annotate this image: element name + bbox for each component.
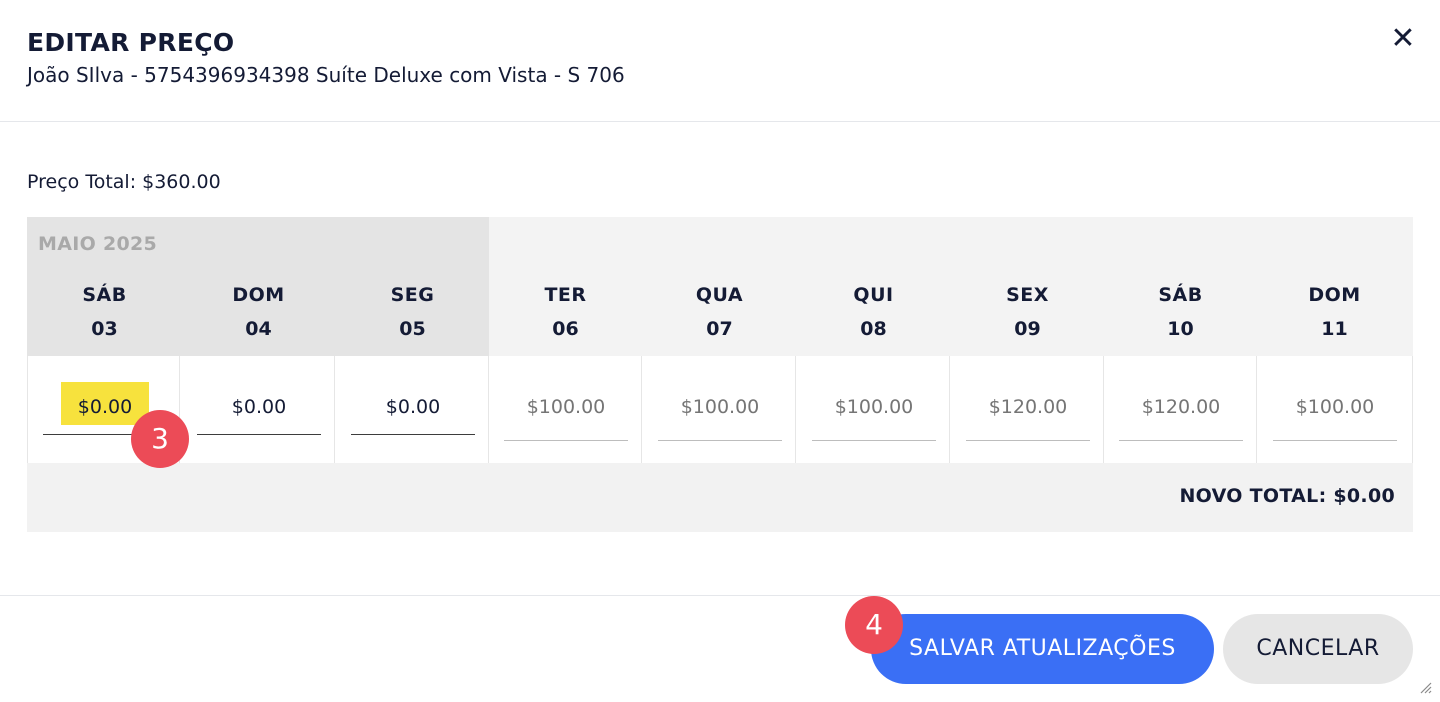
day-name: SÁB bbox=[1158, 284, 1203, 306]
day-name: QUA bbox=[695, 284, 744, 306]
day-header: SÁB 10 bbox=[1104, 283, 1257, 341]
step-badge-4: 4 bbox=[845, 596, 903, 654]
price-cell bbox=[182, 356, 335, 463]
day-date: 07 bbox=[706, 318, 733, 340]
day-name: QUI bbox=[853, 284, 894, 306]
price-input[interactable] bbox=[1119, 380, 1243, 441]
day-header: TER 06 bbox=[489, 283, 642, 341]
calendar-month: MAIO 2025 bbox=[38, 233, 158, 255]
price-input[interactable] bbox=[658, 380, 782, 441]
price-input[interactable] bbox=[812, 380, 936, 441]
price-calendar: MAIO 2025 SÁB 03 DOM 04 SEG 05 TER 06 QUA 07 … bbox=[27, 217, 1413, 532]
day-date: 09 bbox=[1014, 318, 1041, 340]
price-total: Preço Total: $360.00 bbox=[27, 171, 221, 193]
actions-divider bbox=[0, 595, 1440, 596]
price-input[interactable] bbox=[1273, 380, 1397, 441]
day-date: 11 bbox=[1321, 318, 1348, 340]
new-total-bar: NOVO TOTAL: $0.00 bbox=[27, 463, 1413, 532]
price-cell bbox=[489, 356, 642, 463]
price-input[interactable] bbox=[197, 380, 321, 435]
day-name: DOM bbox=[1308, 284, 1361, 306]
day-header: QUI 08 bbox=[797, 283, 950, 341]
resize-handle-icon[interactable] bbox=[1418, 680, 1432, 694]
day-header: DOM 11 bbox=[1258, 283, 1411, 341]
day-header: SEX 09 bbox=[951, 283, 1104, 341]
step-badge-3: 3 bbox=[131, 410, 189, 468]
day-date: 03 bbox=[91, 318, 118, 340]
dialog-title: EDITAR PREÇO bbox=[27, 28, 235, 57]
dialog-subtitle: João SIlva - 5754396934398 Suíte Deluxe … bbox=[27, 63, 625, 87]
day-name: DOM bbox=[232, 284, 285, 306]
cancel-button[interactable]: CANCELAR bbox=[1223, 614, 1413, 684]
price-cell bbox=[643, 356, 796, 463]
day-name: SEX bbox=[1006, 284, 1049, 306]
dialog-header: EDITAR PREÇO João SIlva - 5754396934398 … bbox=[0, 0, 1440, 122]
day-name: SEG bbox=[390, 284, 435, 306]
new-total: NOVO TOTAL: $0.00 bbox=[1179, 485, 1395, 507]
day-header: SÁB 03 bbox=[28, 283, 181, 341]
price-input[interactable] bbox=[504, 380, 628, 441]
price-input-row bbox=[27, 356, 1413, 463]
day-header: QUA 07 bbox=[643, 283, 796, 341]
save-button[interactable]: SALVAR ATUALIZAÇÕES bbox=[871, 614, 1214, 684]
day-date: 10 bbox=[1167, 318, 1194, 340]
price-input[interactable] bbox=[966, 380, 1090, 441]
day-date: 06 bbox=[552, 318, 579, 340]
price-cell bbox=[336, 356, 489, 463]
day-date: 05 bbox=[399, 318, 426, 340]
price-cell bbox=[1258, 356, 1413, 463]
day-date: 08 bbox=[860, 318, 887, 340]
day-name: SÁB bbox=[82, 284, 127, 306]
price-cell bbox=[1104, 356, 1257, 463]
price-input[interactable] bbox=[351, 380, 475, 435]
price-cell bbox=[951, 356, 1104, 463]
day-date: 04 bbox=[245, 318, 272, 340]
price-cell bbox=[797, 356, 950, 463]
day-header: SEG 05 bbox=[336, 283, 489, 341]
day-name: TER bbox=[544, 284, 587, 306]
day-header: DOM 04 bbox=[182, 283, 335, 341]
close-icon[interactable]: ✕ bbox=[1386, 22, 1420, 56]
